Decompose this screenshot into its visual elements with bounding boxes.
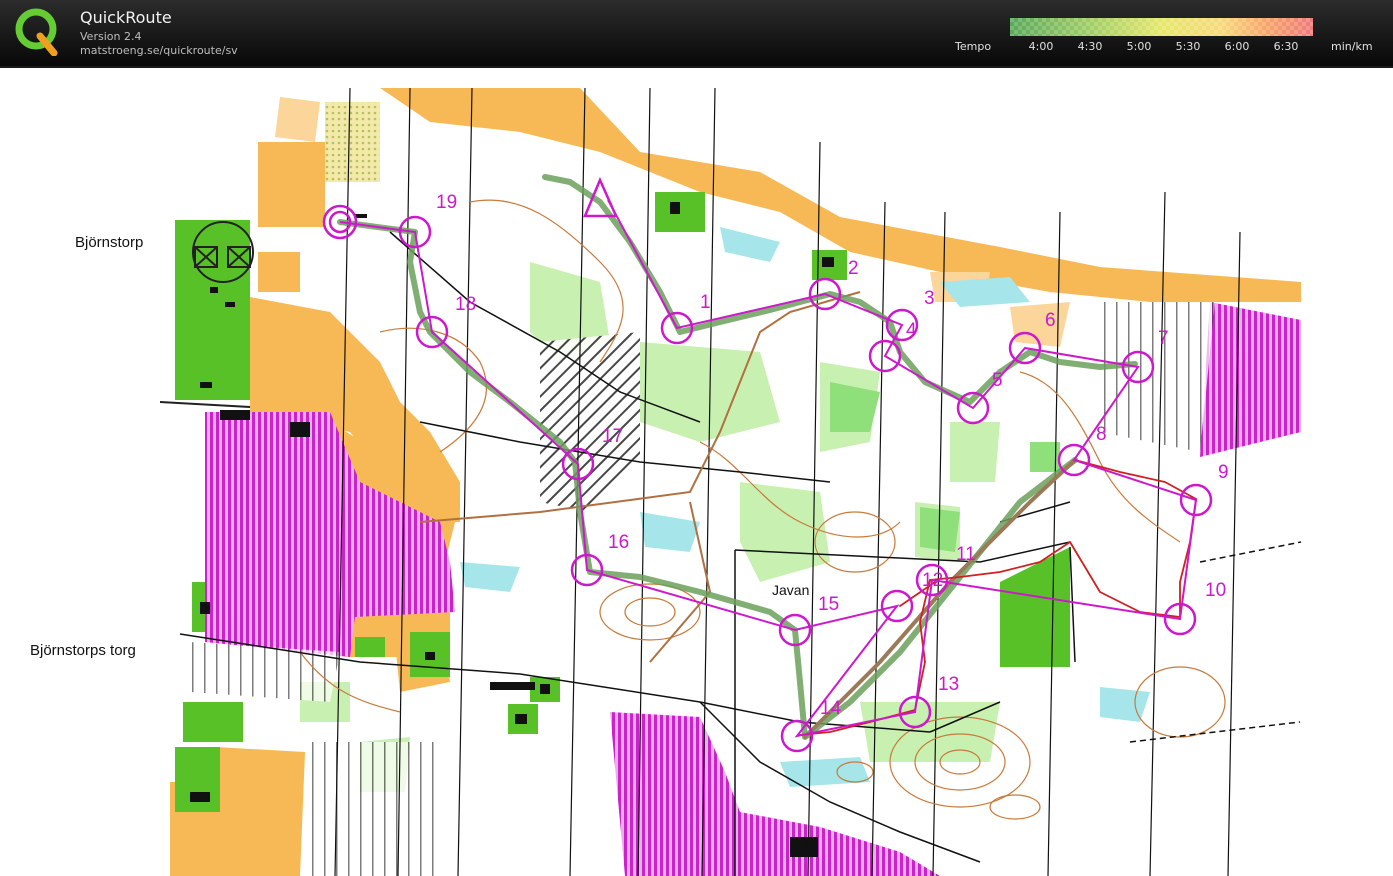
control-number-18: 18 xyxy=(455,294,476,315)
tempo-color-scale xyxy=(1010,18,1313,36)
striped-area-right xyxy=(1100,302,1215,452)
place-label-bjornstorp: Björnstorp xyxy=(75,234,144,251)
control-number-4: 4 xyxy=(906,320,917,341)
tempo-tick: 6:00 xyxy=(1224,40,1250,53)
control-number-17: 17 xyxy=(602,426,623,447)
map-canvas[interactable]: 1 2 3 4 5 6 7 8 9 10 11 12 13 14 15 16 1… xyxy=(0,66,1393,876)
orienteering-map[interactable]: 1 2 3 4 5 6 7 8 9 10 11 12 13 14 15 16 1… xyxy=(0,68,1393,876)
place-label-javan: Javan xyxy=(772,582,810,598)
control-number-7: 7 xyxy=(1158,328,1169,349)
control-number-5: 5 xyxy=(992,370,1003,391)
tempo-tick: 4:00 xyxy=(1028,40,1054,53)
control-number-14: 14 xyxy=(820,698,842,719)
control-number-12: 12 xyxy=(922,570,943,591)
app-title: QuickRoute xyxy=(80,8,172,27)
control-number-1: 1 xyxy=(700,292,711,313)
control-number-3: 3 xyxy=(924,288,935,309)
app-url[interactable]: matstroeng.se/quickroute/sv xyxy=(80,44,238,57)
control-number-9: 9 xyxy=(1218,462,1229,483)
striped-area-south xyxy=(305,742,440,876)
place-label-bjornstorps-torg: Björnstorps torg xyxy=(30,642,136,659)
tempo-tick: 6:30 xyxy=(1273,40,1299,53)
app-header: QuickRoute Version 2.4 matstroeng.se/qui… xyxy=(0,0,1393,66)
control-number-6: 6 xyxy=(1045,310,1056,331)
app-version: Version 2.4 xyxy=(80,30,142,43)
tempo-tick: 5:00 xyxy=(1126,40,1152,53)
tempo-tick: 5:30 xyxy=(1175,40,1201,53)
tempo-unit: min/km xyxy=(1331,40,1373,53)
tempo-tick: 4:30 xyxy=(1077,40,1103,53)
quickroute-logo-icon xyxy=(15,8,58,56)
tempo-label: Tempo xyxy=(955,40,992,53)
control-number-19: 19 xyxy=(436,192,457,213)
control-number-16: 16 xyxy=(608,532,629,553)
control-number-13: 13 xyxy=(938,674,959,695)
control-number-15: 15 xyxy=(818,594,839,615)
control-number-10: 10 xyxy=(1205,580,1226,601)
cultivated-land xyxy=(325,102,380,182)
control-number-8: 8 xyxy=(1096,424,1107,445)
control-number-2: 2 xyxy=(848,258,859,279)
control-number-11: 11 xyxy=(956,544,976,565)
